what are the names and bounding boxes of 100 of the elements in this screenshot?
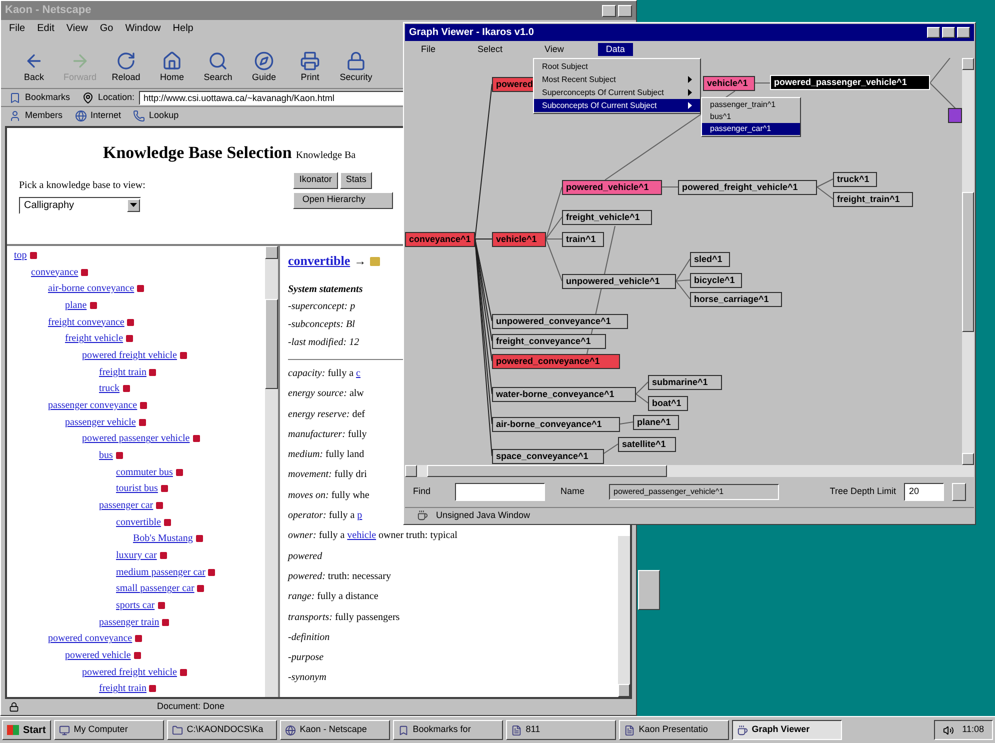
concept-icon[interactable] [126,335,134,342]
concept-icon[interactable] [176,468,183,476]
concept-link[interactable]: top [14,248,27,263]
taskbar-button[interactable]: Kaon - Netscape [280,720,390,740]
property-link[interactable]: p [357,510,362,522]
concept-icon[interactable] [160,552,167,559]
menu-item[interactable]: Go [100,20,114,36]
concept-icon[interactable] [162,618,170,626]
concept-link[interactable]: powered freight vehicle [82,348,177,363]
maximize-button[interactable] [942,27,955,38]
menu-item[interactable]: File [9,20,26,36]
toolbar-button[interactable]: Home [151,50,193,84]
toolbar-button[interactable]: Reload [105,50,147,84]
concept-link[interactable]: freight vehicle [65,331,124,346]
graph-node[interactable]: boat^1 [648,396,688,411]
personal-toolbar-button[interactable]: Lookup [133,108,179,122]
concept-link[interactable]: passenger vehicle [65,414,136,430]
concept-icon[interactable] [137,285,144,292]
graph-node[interactable]: water-borne_conveyance^1 [492,387,636,402]
graph-node[interactable]: train^1 [562,232,604,247]
concept-link[interactable]: powered passenger vehicle [82,431,190,446]
graph-node[interactable]: air-borne_conveyance^1 [492,417,620,432]
volume-icon[interactable] [943,724,954,736]
scrollbar[interactable] [962,58,974,465]
concept-icon[interactable] [149,685,156,692]
graph-node[interactable]: unpowered_vehicle^1 [562,274,676,289]
toolbar-button[interactable]: Search [197,50,239,84]
concept-link[interactable]: conveyance [31,264,78,280]
toolbar-button[interactable]: Security [335,50,377,84]
concept-link[interactable]: Bob's Mustang [133,531,193,546]
graph-node[interactable]: freight_train^1 [833,192,913,207]
menu-option[interactable]: passenger_train^1 [702,99,800,111]
concept-link[interactable]: sports car [116,598,155,613]
toolbar-button[interactable]: Back [13,50,55,84]
concept-link[interactable]: passenger train [99,614,160,630]
concept-link[interactable]: freight conveyance [48,314,124,330]
menu-option[interactable]: passenger_car^1 [702,123,800,135]
selected-node[interactable]: powered_passenger_vehicle^1 [770,75,930,90]
graph-node[interactable]: vehicle^1 [703,76,755,91]
concept-icon[interactable] [180,352,187,359]
concept-link[interactable]: freight train [99,681,146,696]
graph-node[interactable]: truck^1 [833,172,877,187]
taskbar-button[interactable]: Bookmarks for [392,720,503,740]
bookmarks-label[interactable]: Bookmarks [25,90,70,104]
concept-icon[interactable] [138,418,146,426]
concept-icon[interactable] [149,368,156,376]
menu-option[interactable]: Subconcepts Of Current Subject [534,99,700,112]
concept-title-link[interactable]: convertible [288,251,350,271]
graph-node[interactable]: conveyance^1 [405,232,475,247]
concept-icon[interactable] [116,452,123,459]
menu-item[interactable]: Window [125,20,161,36]
graph-node[interactable]: powered_vehicle^1 [562,180,662,195]
graph-node[interactable]: bicycle^1 [690,273,742,288]
graph-node[interactable]: submarine^1 [648,375,722,390]
concept-link[interactable]: plane [65,298,87,313]
personal-toolbar-button[interactable]: Members [9,108,63,122]
concept-link[interactable]: freight train [99,364,146,380]
toolbar-button[interactable]: Guide [243,50,285,84]
menu-item[interactable]: Edit [37,20,54,36]
concept-icon[interactable] [140,402,148,409]
menu-item[interactable]: Help [172,20,194,36]
taskbar-button[interactable]: Graph Viewer [732,720,842,740]
maximize-button[interactable] [618,4,632,16]
concept-icon[interactable] [197,585,204,592]
concept-icon[interactable] [90,302,97,309]
concept-icon[interactable] [135,635,142,642]
spinner[interactable] [952,483,966,501]
scrollbar[interactable] [405,465,974,477]
concept-icon[interactable] [192,435,200,442]
find-field[interactable] [454,483,545,501]
concept-link[interactable]: truck [99,381,120,396]
graph-node[interactable]: sled^1 [690,252,730,267]
concept-icon[interactable] [81,268,88,276]
menu-option[interactable]: Most Recent Subject [534,73,700,86]
scrollbar[interactable] [265,246,278,697]
graph-node[interactable]: horse_carriage^1 [690,292,782,307]
page-button[interactable]: Stats [340,172,372,188]
concept-link[interactable]: luxury car [116,548,157,563]
concept-icon[interactable] [30,252,37,259]
taskbar-button[interactable]: C:\KAONDOCS\Ka [166,720,277,740]
start-button[interactable]: Start [2,720,51,740]
close-button[interactable] [957,27,970,38]
graph-node[interactable]: freight_conveyance^1 [492,334,606,349]
page-button[interactable]: Ikonator [293,172,338,188]
page-button[interactable]: Open Hierarchy [293,192,394,208]
menu-item[interactable]: Data [598,42,633,56]
graph-node[interactable] [948,108,962,123]
concept-icon[interactable] [127,318,134,326]
knowledge-base-select[interactable]: Calligraphy [19,196,141,214]
concept-icon[interactable] [158,602,165,609]
graph-node[interactable]: powered_conveyance^1 [492,354,620,369]
concept-link[interactable]: passenger car [99,498,154,513]
concept-link[interactable]: powered conveyance [48,631,132,646]
concept-link[interactable]: commuter bus [116,464,173,480]
menu-item[interactable]: View [66,20,88,36]
concept-icon[interactable] [134,652,141,659]
menu-item[interactable]: File [413,42,444,56]
concept-icon[interactable] [180,668,187,676]
concept-link[interactable]: air-borne conveyance [48,281,134,296]
concept-link[interactable]: medium passenger car [116,564,206,580]
